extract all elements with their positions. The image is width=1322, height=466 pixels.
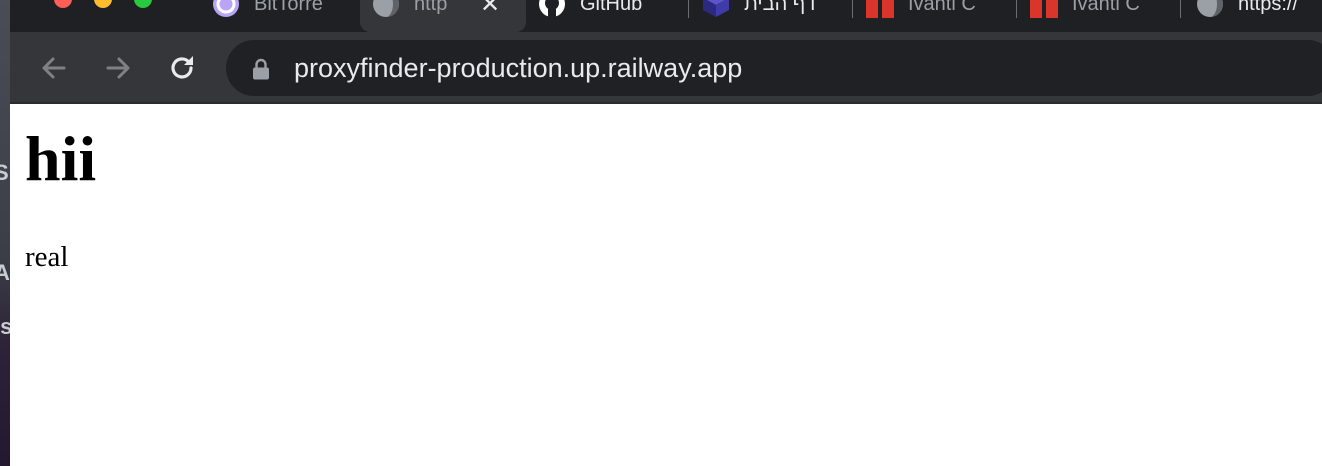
zoom-window-button[interactable] [134, 0, 152, 8]
tab-separator [1180, 0, 1181, 18]
github-icon [539, 0, 565, 18]
tab-title: https:// [1238, 0, 1299, 15]
tab-ivanti[interactable]: Ivanti C [1018, 0, 1178, 32]
ivanti-icon [1030, 0, 1058, 18]
tab-title: Ivanti C [1072, 0, 1140, 15]
bittorrent-icon [213, 0, 239, 17]
tab-separator [1016, 0, 1017, 18]
cube-icon [703, 0, 729, 17]
tab-title: GitHub [580, 0, 643, 15]
desktop-text-fragment: S [0, 160, 9, 185]
tab-title: דף הבית [744, 0, 816, 15]
globe-icon [373, 0, 399, 17]
reload-button[interactable] [162, 48, 202, 88]
lock-icon [253, 58, 269, 80]
reload-icon [171, 56, 193, 79]
close-window-button[interactable] [54, 0, 72, 8]
tab-hebrew[interactable]: דף הבית [690, 0, 850, 32]
minimize-window-button[interactable] [94, 0, 112, 8]
back-button[interactable] [34, 48, 74, 88]
address-bar[interactable]: proxyfinder-production.up.railway.app [226, 40, 1322, 96]
page-paragraph: real [25, 241, 69, 273]
tab-separator [852, 0, 853, 18]
page-heading: hii [25, 123, 97, 194]
tab-active[interactable]: http ✕ [360, 0, 526, 32]
tab-title: Ivanti C [908, 0, 976, 15]
tab-strip: BitTorre http ✕ GitHub דף הבית Ivanti C … [10, 0, 1322, 32]
desktop-background: S A Is [0, 0, 10, 466]
forward-button[interactable] [98, 48, 138, 88]
tab-ivanti[interactable]: Ivanti C [854, 0, 1014, 32]
arrow-left-icon [42, 57, 66, 79]
desktop-text-fragment: A [0, 260, 10, 285]
url-text[interactable]: proxyfinder-production.up.railway.app [294, 54, 742, 82]
tab-https[interactable]: https:// [1184, 0, 1322, 32]
arrow-right-icon [106, 57, 130, 79]
globe-icon [1197, 0, 1223, 17]
desktop-text-fragment: Is [0, 314, 10, 339]
tab-github[interactable]: GitHub [526, 0, 686, 32]
browser-toolbar: proxyfinder-production.up.railway.app [10, 32, 1322, 104]
tab-title: http [414, 0, 448, 15]
page-content: hii real [10, 104, 1322, 466]
tab-separator [688, 0, 689, 18]
browser-window: BitTorre http ✕ GitHub דף הבית Ivanti C … [10, 0, 1322, 466]
tab-bittorrent[interactable]: BitTorre [200, 0, 360, 32]
close-icon[interactable]: ✕ [480, 0, 500, 16]
ivanti-icon [866, 0, 894, 18]
tab-title: BitTorre [254, 0, 323, 15]
